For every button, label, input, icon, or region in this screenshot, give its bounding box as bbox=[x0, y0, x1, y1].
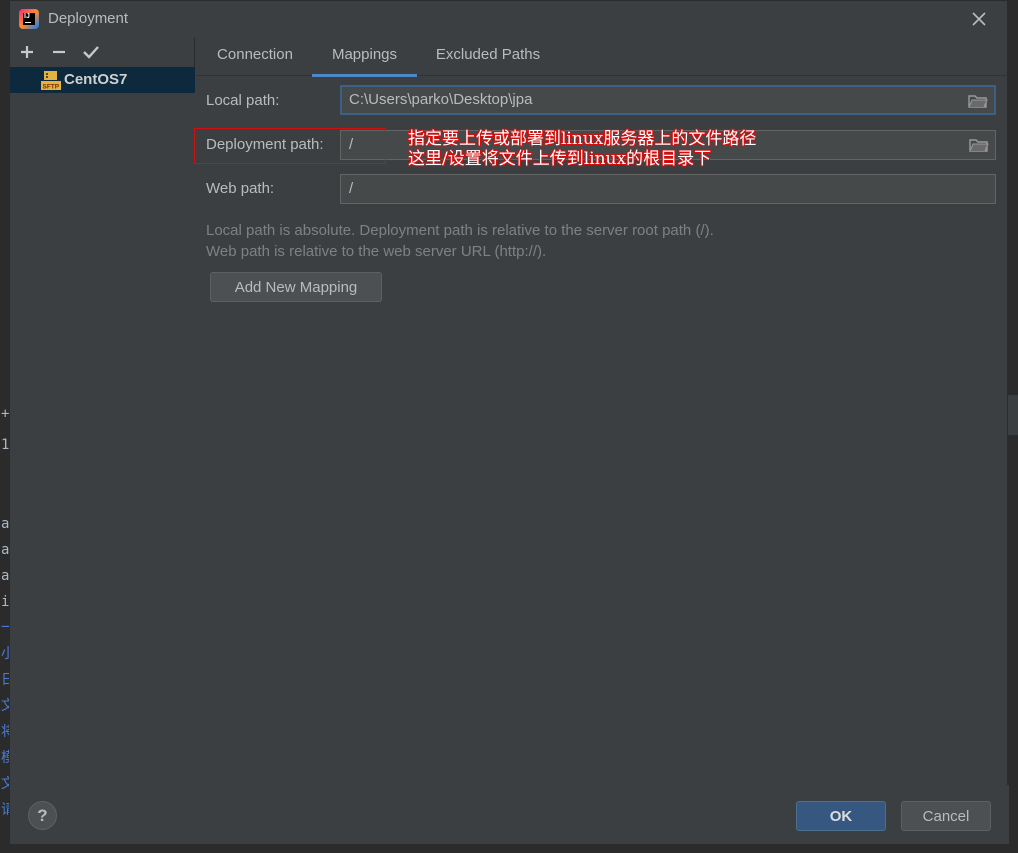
bg-char: + bbox=[1, 406, 9, 422]
bg-char: a bbox=[1, 516, 9, 532]
sftp-server-icon: SFTP bbox=[40, 70, 62, 92]
main-panel: Connection Mappings Excluded Paths Local… bbox=[194, 37, 1009, 785]
add-server-button[interactable] bbox=[16, 41, 38, 63]
app-icon-label: IJ bbox=[23, 13, 35, 25]
plus-icon bbox=[21, 46, 33, 58]
remove-server-button[interactable] bbox=[48, 41, 70, 63]
bg-char: 日 bbox=[1, 672, 9, 688]
tab-bar: Connection Mappings Excluded Paths bbox=[196, 37, 1009, 77]
annotation-line-1: 指定要上传或部署到linux服务器上的文件路径 bbox=[408, 129, 757, 149]
background-bottom-edge bbox=[0, 844, 1018, 853]
bg-char: 请 bbox=[1, 802, 9, 818]
intellij-app-icon: IJ bbox=[19, 9, 39, 29]
bg-char: 模 bbox=[1, 750, 9, 766]
server-item-centos7[interactable]: SFTP CentOS7 bbox=[10, 67, 195, 93]
help-text-line-2: Web path is relative to the web server U… bbox=[206, 243, 547, 260]
add-new-mapping-button[interactable]: Add New Mapping bbox=[210, 272, 382, 302]
background-editor-edge bbox=[1008, 395, 1018, 435]
web-path-value: / bbox=[349, 180, 354, 197]
bg-char: i bbox=[1, 594, 9, 610]
folder-icon[interactable] bbox=[968, 93, 988, 109]
bg-char: 一 bbox=[1, 620, 9, 636]
deployment-dialog: IJ Deployment SFTP CentOS7 Connection Ma… bbox=[9, 0, 1009, 844]
annotation-text: 指定要上传或部署到linux服务器上的文件路径 这里/设置将文件上传到linux的… bbox=[408, 129, 756, 169]
window-title: Deployment bbox=[48, 10, 129, 27]
annotation-line-2: 这里/设置将文件上传到linux的根目录下 bbox=[408, 149, 712, 169]
web-path-field[interactable]: / bbox=[340, 174, 996, 204]
web-path-label: Web path: bbox=[206, 180, 275, 197]
sidebar-toolbar bbox=[10, 37, 195, 67]
dialog-footer: ? OK Cancel bbox=[10, 785, 1009, 844]
annotation-highlight-box bbox=[194, 128, 386, 164]
tab-excluded-paths[interactable]: Excluded Paths bbox=[426, 37, 550, 76]
bg-char: 文 bbox=[1, 698, 9, 714]
checkmark-icon bbox=[83, 46, 99, 59]
bg-char: a bbox=[1, 542, 9, 558]
close-icon[interactable] bbox=[969, 9, 989, 29]
bg-char: 文 bbox=[1, 776, 9, 792]
help-text-line-1: Local path is absolute. Deployment path … bbox=[206, 222, 714, 239]
server-name: CentOS7 bbox=[64, 71, 128, 88]
local-path-value: C:\Users\parko\Desktop\jpa bbox=[349, 91, 533, 108]
server-list: SFTP CentOS7 bbox=[10, 67, 195, 785]
folder-icon[interactable] bbox=[969, 137, 989, 153]
bg-char: 1 bbox=[1, 437, 9, 453]
set-default-button[interactable] bbox=[80, 41, 102, 63]
tab-connection[interactable]: Connection bbox=[204, 37, 306, 76]
title-bar[interactable]: IJ Deployment bbox=[10, 1, 1007, 37]
bg-char: 将 bbox=[1, 724, 9, 740]
local-path-field[interactable]: C:\Users\parko\Desktop\jpa bbox=[340, 85, 996, 115]
background-editor-strip: + 1 a a a i 一 小 日 文 将 模 文 请 bbox=[0, 0, 9, 853]
tab-mappings[interactable]: Mappings bbox=[312, 37, 417, 77]
minus-icon bbox=[53, 50, 65, 54]
cancel-button[interactable]: Cancel bbox=[901, 801, 991, 831]
server-sidebar: SFTP CentOS7 bbox=[10, 37, 195, 785]
bg-char: 小 bbox=[1, 646, 9, 662]
ok-button[interactable]: OK bbox=[796, 801, 886, 831]
help-button[interactable]: ? bbox=[28, 801, 57, 830]
local-path-label: Local path: bbox=[206, 92, 280, 109]
bg-char: a bbox=[1, 568, 9, 584]
sftp-icon-label: SFTP bbox=[43, 84, 60, 91]
